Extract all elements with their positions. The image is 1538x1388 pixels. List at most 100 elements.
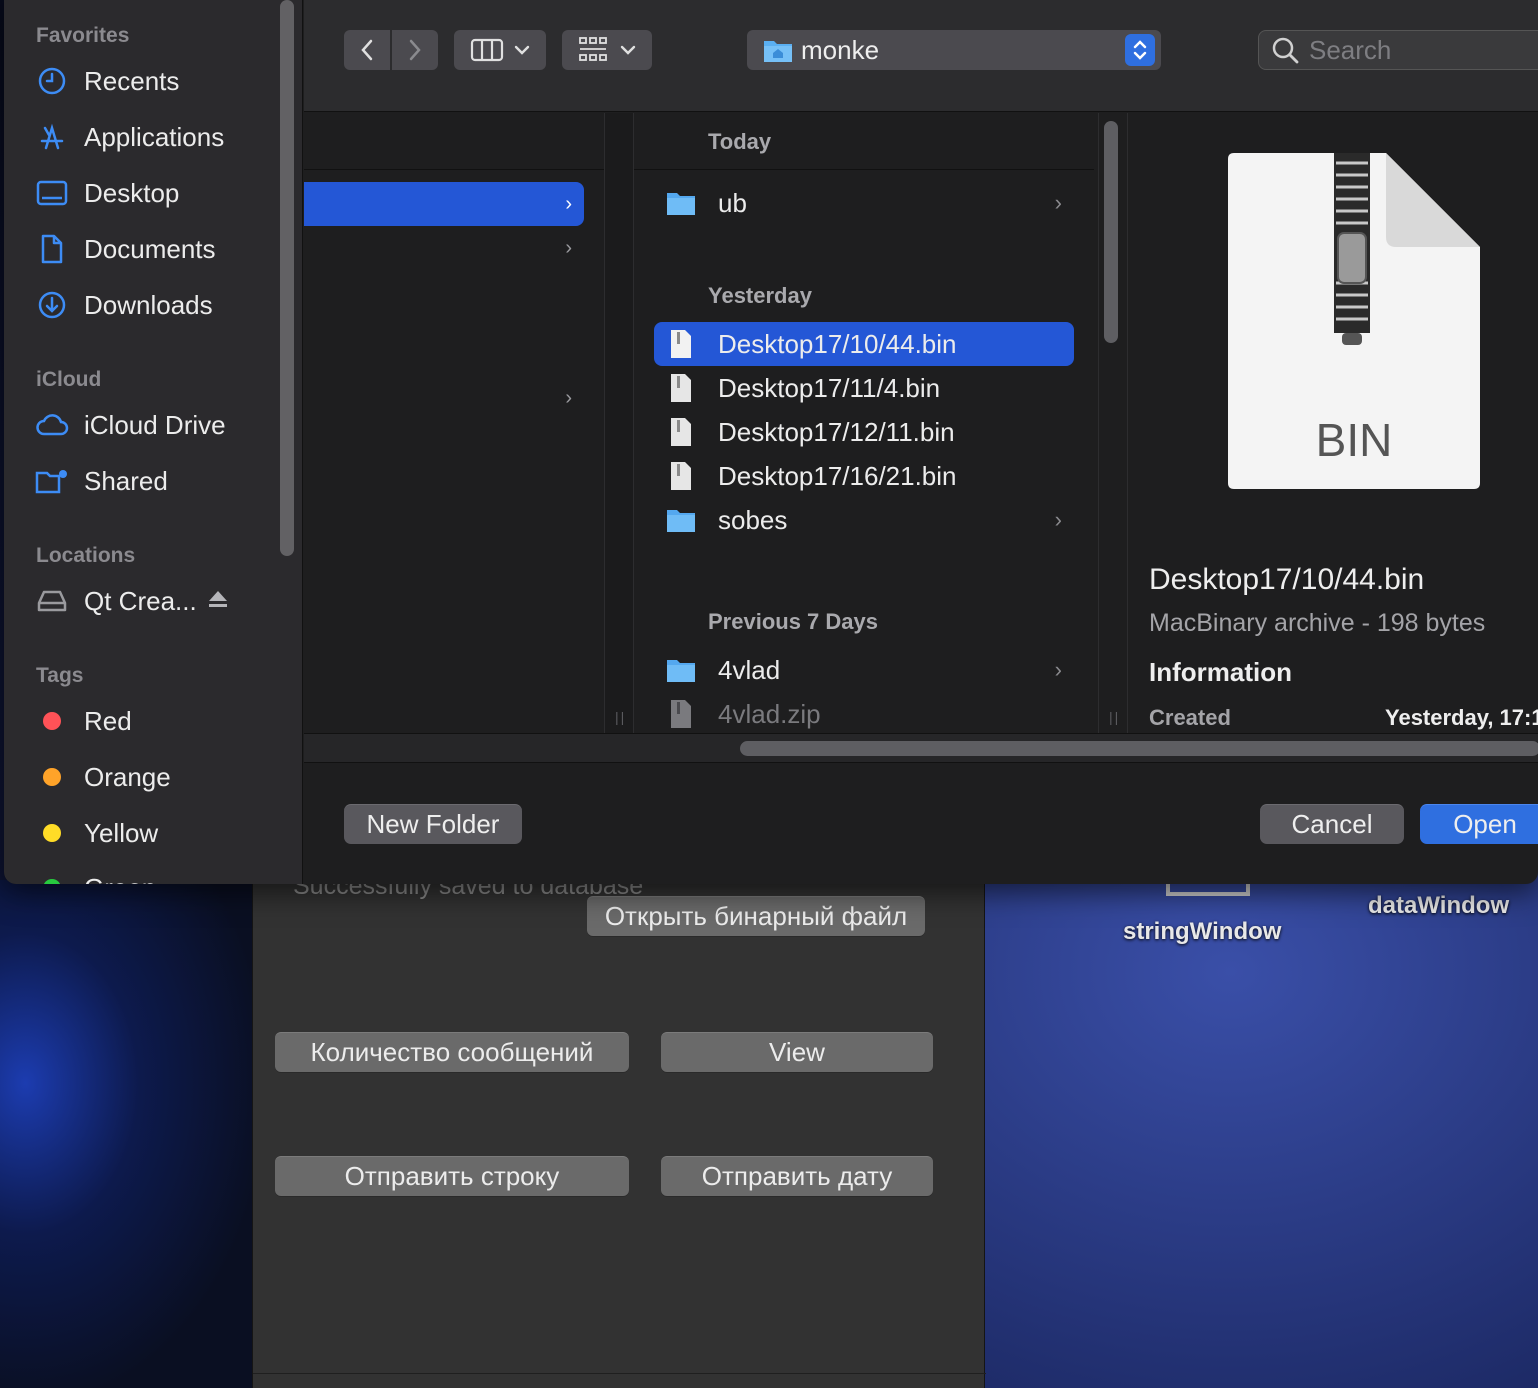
chevron-right-icon: ›	[1054, 190, 1062, 215]
open-binary-file-button[interactable]: Открыть бинарный файл	[587, 896, 925, 936]
search-input[interactable]	[1309, 34, 1538, 66]
file-row[interactable]: Desktop17/16/21.bin	[654, 454, 1074, 498]
parent-row[interactable]: ›	[304, 226, 584, 270]
new-folder-button[interactable]: New Folder	[344, 804, 522, 844]
window-bottom-edge	[253, 1373, 986, 1374]
sidebar-item-tag-orange[interactable]: Orange	[34, 755, 284, 799]
sidebar-item-qt-creator-volume[interactable]: Qt Crea...	[34, 579, 284, 623]
created-label: Created	[1149, 705, 1231, 730]
group-by-button[interactable]	[562, 30, 652, 70]
locations-heading: Locations	[36, 544, 136, 567]
back-button[interactable]	[344, 30, 390, 70]
bin-icon-label: BIN	[1315, 414, 1393, 466]
parent-column: › › ›	[304, 113, 604, 733]
files-column: Today ub › Yesterday Desktop17/10/44.bin…	[634, 113, 1094, 733]
string-window-label[interactable]: stringWindow	[1123, 918, 1281, 946]
file-name: 4vlad	[718, 654, 781, 685]
file-row[interactable]: Desktop17/12/11.bin	[654, 410, 1074, 454]
column-resize-divider[interactable]: ||	[604, 113, 634, 733]
grid-group-icon	[579, 37, 607, 61]
search-field[interactable]	[1258, 30, 1538, 70]
chevron-left-icon	[361, 39, 373, 61]
resize-grip-icon: ||	[1109, 709, 1121, 725]
file-name: Desktop17/10/44.bin	[718, 328, 957, 359]
icloud-heading: iCloud	[36, 368, 102, 391]
cancel-button[interactable]: Cancel	[1260, 804, 1404, 844]
columns-icon	[470, 38, 504, 62]
column-view-button[interactable]	[454, 30, 546, 70]
sidebar-item-label: Red	[84, 705, 132, 736]
column-resize-divider[interactable]: ||	[1098, 113, 1128, 733]
tags-heading: Tags	[36, 664, 84, 687]
sidebar-item-icloud-drive[interactable]: iCloud Drive	[34, 403, 284, 447]
data-window-label[interactable]: dataWindow	[1368, 892, 1509, 920]
chevron-down-icon	[514, 45, 530, 55]
send-string-button[interactable]: Отправить строку	[275, 1156, 629, 1196]
group-heading-previous-7-days: Previous 7 Days	[708, 609, 878, 634]
column-browser: › › › || Today ub › Yesterday Desktop17/…	[304, 113, 1538, 733]
message-count-button[interactable]: Количество сообщений	[275, 1032, 629, 1072]
resize-grip-icon: ||	[615, 709, 627, 725]
sidebar: Favorites Recents Applications Desktop D…	[4, 0, 303, 884]
parent-row-selected[interactable]: ›	[304, 182, 584, 226]
group-heading-today: Today	[708, 129, 772, 154]
open-button[interactable]: Open	[1420, 804, 1538, 844]
created-value: Yesterday, 17:1	[1385, 705, 1538, 730]
file-row-4vlad-zip[interactable]: 4vlad.zip	[654, 692, 1074, 736]
sidebar-item-tag-yellow[interactable]: Yellow	[34, 811, 284, 855]
information-heading: Information	[1149, 657, 1292, 687]
preview-title: Desktop17/10/44.bin	[1149, 563, 1425, 596]
sidebar-item-desktop[interactable]: Desktop	[34, 171, 284, 215]
applications-icon	[34, 119, 70, 155]
send-date-button[interactable]: Отправить дату	[661, 1156, 933, 1196]
drive-icon	[34, 583, 70, 619]
file-row-sobes[interactable]: sobes ›	[654, 498, 1074, 542]
parent-row[interactable]: ›	[304, 376, 584, 420]
qt-app-window: Successfully saved to database Открыть б…	[252, 860, 986, 1388]
file-name: Desktop17/12/11.bin	[718, 416, 955, 447]
binary-file-icon	[666, 417, 696, 447]
folder-icon	[666, 188, 696, 218]
preview-pane: BIN Desktop17/10/44.bin MacBinary archiv…	[1129, 113, 1538, 733]
popup-stepper-icon	[1125, 34, 1155, 66]
search-icon	[1271, 36, 1299, 64]
forward-button[interactable]	[392, 30, 438, 70]
sidebar-scrollbar[interactable]	[280, 0, 294, 556]
sidebar-item-recents[interactable]: Recents	[34, 59, 284, 103]
desktop-wallpaper-left	[0, 880, 254, 1388]
sidebar-item-tag-red[interactable]: Red	[34, 699, 284, 743]
file-row-4vlad[interactable]: 4vlad ›	[654, 648, 1074, 692]
horizontal-scrollbar[interactable]	[740, 741, 1538, 756]
binary-file-icon	[666, 373, 696, 403]
preview-subtitle: MacBinary archive - 198 bytes	[1149, 609, 1486, 637]
desktop-icon	[34, 175, 70, 211]
clock-icon	[34, 63, 70, 99]
sidebar-item-shared[interactable]: Shared	[34, 459, 284, 503]
file-row-selected[interactable]: Desktop17/10/44.bin	[654, 322, 1074, 366]
folder-icon	[666, 505, 696, 535]
eject-icon[interactable]	[207, 589, 229, 614]
sidebar-item-label: Shared	[84, 465, 168, 496]
tag-dot-icon	[34, 759, 70, 795]
sidebar-item-applications[interactable]: Applications	[34, 115, 284, 159]
file-row-ub[interactable]: ub ›	[654, 181, 1074, 225]
sidebar-item-label: Qt Crea...	[84, 585, 197, 616]
sidebar-item-label: Desktop	[84, 177, 180, 208]
file-row[interactable]: Desktop17/11/4.bin	[654, 366, 1074, 410]
sidebar-item-tag-green[interactable]: Green	[34, 866, 284, 884]
location-name: monke	[801, 34, 880, 65]
file-name: Desktop17/11/4.bin	[718, 372, 941, 403]
cloud-icon	[34, 407, 70, 443]
location-popup[interactable]: monke	[747, 30, 1161, 70]
view-button[interactable]: View	[661, 1032, 933, 1072]
horizontal-scroll-track	[304, 733, 1538, 763]
chevron-right-icon: ›	[1054, 507, 1062, 532]
chevron-right-icon: ›	[565, 386, 572, 409]
column-header-divider	[634, 169, 1094, 170]
sidebar-item-label: Documents	[84, 233, 216, 264]
sidebar-item-documents[interactable]: Documents	[34, 227, 284, 271]
sidebar-item-downloads[interactable]: Downloads	[34, 283, 284, 327]
sidebar-item-label: Orange	[84, 761, 171, 792]
column-header-divider	[304, 169, 604, 170]
folder-icon	[666, 655, 696, 685]
